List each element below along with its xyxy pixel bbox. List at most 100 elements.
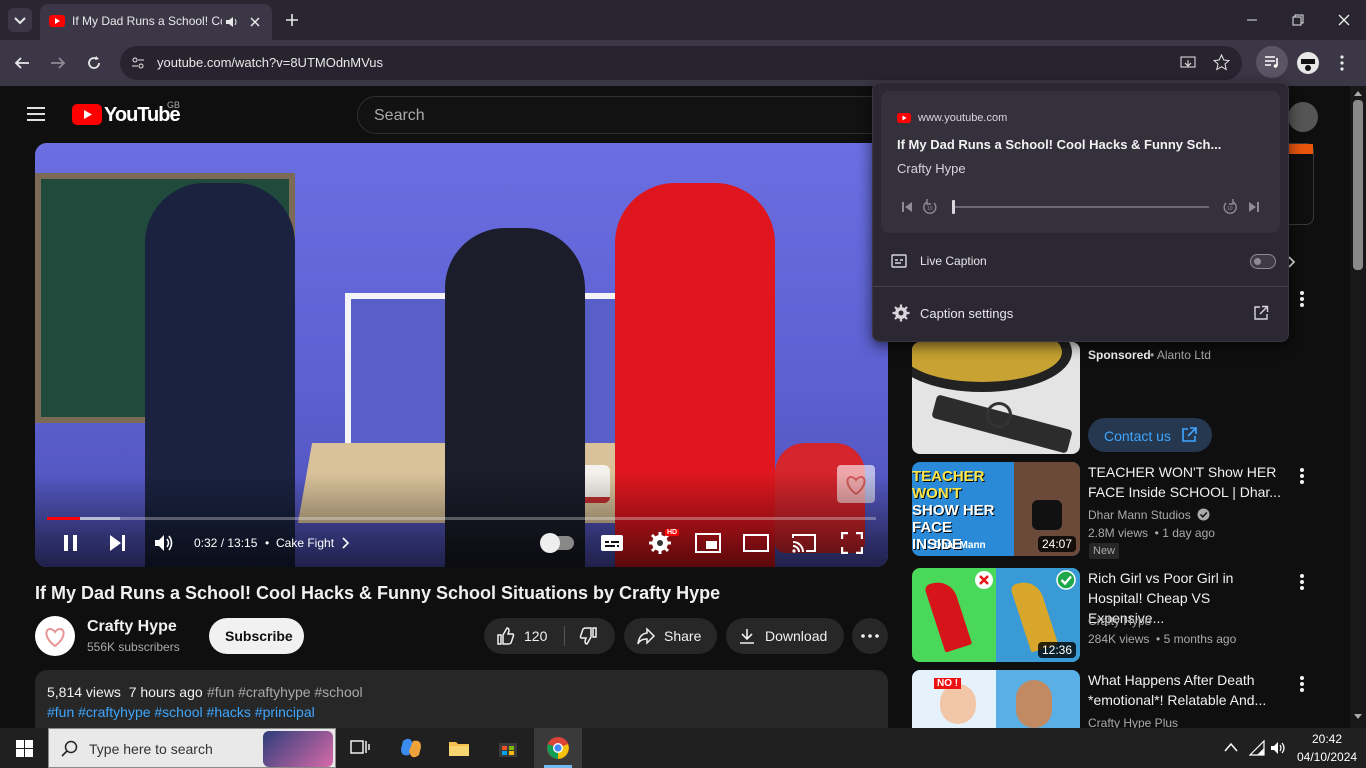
tab-close-icon[interactable]	[248, 15, 262, 29]
progress-bar[interactable]	[47, 517, 876, 520]
restore-icon[interactable]	[1290, 12, 1306, 28]
title-line: *emotional*! Relatable And...	[1088, 692, 1267, 708]
channel-name[interactable]: Crafty Hype	[1088, 614, 1151, 628]
share-button[interactable]: Share	[624, 618, 717, 654]
ad-thumbnail[interactable]	[912, 342, 1080, 454]
more-actions-button[interactable]	[852, 618, 888, 654]
more-options-icon[interactable]	[1300, 676, 1304, 694]
chevron-up-icon[interactable]	[1224, 742, 1238, 752]
chrome-taskbar-button[interactable]	[534, 728, 582, 768]
video-thumbnail[interactable]: TEACHER WON'T SHOW HER FACE INSIDE SCHOO…	[912, 462, 1080, 556]
thumbnail-mask	[1032, 500, 1062, 530]
browser-menu-icon[interactable]	[1337, 54, 1347, 72]
cast-icon[interactable]	[791, 532, 817, 554]
live-caption-toggle[interactable]	[1250, 254, 1276, 269]
next-icon[interactable]	[107, 533, 127, 553]
window-close-icon[interactable]	[1336, 12, 1352, 28]
like-button[interactable]: 120	[484, 618, 564, 654]
video-thumbnail[interactable]: NO !	[912, 670, 1080, 728]
taskbar-search-input[interactable]: Type here to search	[48, 728, 336, 768]
thumbs-down-icon	[579, 627, 597, 645]
chapter-title[interactable]: Cake Fight	[276, 536, 334, 550]
contact-us-button[interactable]: Contact us	[1088, 418, 1212, 452]
dislike-button[interactable]	[566, 618, 615, 654]
reload-icon[interactable]	[85, 54, 103, 72]
task-view-icon[interactable]	[350, 739, 370, 757]
title-line: FACE Inside SCHOOL | Dhar...	[1088, 484, 1281, 500]
video-title-link[interactable]: TEACHER WON'T Show HER FACE Inside SCHOO…	[1088, 462, 1288, 502]
wifi-icon[interactable]	[1249, 740, 1265, 756]
thumbnail-face	[1016, 680, 1052, 728]
browser-tab-active[interactable]: If My Dad Runs a School! Cool Hacks & Fu…	[40, 4, 272, 40]
view-stats: 5,814 views 7 hours ago	[47, 684, 203, 700]
install-app-icon[interactable]	[1180, 55, 1196, 71]
scroll-down-icon[interactable]	[1354, 714, 1362, 720]
volume-icon[interactable]	[153, 532, 175, 554]
address-bar[interactable]: youtube.com/watch?v=8UTMOdnMVus	[120, 46, 1242, 80]
hashtag-links[interactable]: #fun #craftyhype #school #hacks #princip…	[47, 704, 315, 720]
profile-face-icon	[1301, 59, 1315, 71]
fullscreen-icon[interactable]	[841, 532, 863, 554]
media-card: www.youtube.com If My Dad Runs a School!…	[881, 91, 1280, 233]
seek-backward-icon[interactable]: 10	[922, 199, 938, 215]
more-options-icon[interactable]	[1300, 291, 1304, 309]
subtitles-icon[interactable]	[600, 532, 624, 554]
live-caption-row[interactable]: Live Caption	[873, 245, 1290, 277]
copilot-icon[interactable]	[399, 737, 423, 759]
microsoft-store-icon[interactable]	[497, 737, 519, 759]
search-input[interactable]: Search	[357, 96, 897, 134]
chevron-right-icon[interactable]	[340, 537, 350, 549]
video-title-link[interactable]: What Happens After Death *emotional*! Re…	[1088, 670, 1288, 710]
media-progress-thumb[interactable]	[952, 200, 955, 214]
profile-avatar[interactable]	[1297, 52, 1319, 74]
download-button[interactable]: Download	[726, 618, 844, 654]
closed-caption-icon	[891, 254, 907, 268]
caption-settings-label: Caption settings	[920, 306, 1014, 321]
media-controls-button[interactable]	[1256, 46, 1288, 78]
account-avatar[interactable]	[1288, 102, 1318, 132]
site-info-icon[interactable]	[130, 55, 146, 71]
next-track-icon[interactable]	[1248, 201, 1260, 213]
windows-start-icon[interactable]	[16, 740, 33, 757]
channel-name[interactable]: Crafty Hype	[87, 618, 177, 636]
channel-name[interactable]: Dhar Mann Studios	[1088, 508, 1191, 522]
media-progress-track[interactable]	[952, 200, 1209, 214]
thumbnail-brand: Dhar Mann	[934, 540, 986, 551]
channel-avatar[interactable]	[35, 616, 75, 656]
clock-time[interactable]: 20:42	[1312, 732, 1342, 746]
video-player[interactable]: 0:32 / 13:15 • Cake Fight HD	[35, 143, 888, 567]
inline-tags[interactable]: #fun #craftyhype #school	[207, 684, 363, 700]
new-tab-icon[interactable]	[284, 12, 300, 28]
more-options-icon[interactable]	[1300, 468, 1304, 486]
media-artist: Crafty Hype	[897, 161, 966, 176]
theater-mode-icon[interactable]	[743, 534, 769, 552]
clock-date[interactable]: 04/10/2024	[1297, 750, 1357, 764]
forward-arrow-icon[interactable]	[49, 54, 67, 72]
youtube-logo[interactable]: YouTube GB	[72, 100, 192, 128]
speaker-icon[interactable]	[224, 15, 238, 29]
file-explorer-icon[interactable]	[448, 738, 470, 758]
miniplayer-icon[interactable]	[695, 533, 721, 553]
minimize-icon[interactable]	[1244, 12, 1260, 28]
back-arrow-icon[interactable]	[13, 54, 31, 72]
more-options-icon[interactable]	[1300, 574, 1304, 592]
gear-icon	[892, 304, 910, 322]
pause-icon[interactable]	[61, 533, 81, 553]
caption-settings-row[interactable]: Caption settings	[873, 297, 1290, 329]
new-badge: New	[1089, 543, 1120, 559]
scrollbar-thumb[interactable]	[1353, 100, 1363, 270]
subscribe-button[interactable]: Subscribe	[209, 618, 304, 654]
autoplay-toggle[interactable]	[540, 533, 574, 553]
bookmark-star-icon[interactable]	[1213, 54, 1230, 71]
page-scrollbar[interactable]	[1350, 86, 1366, 728]
tab-search-button[interactable]	[8, 8, 32, 32]
progress-buffered	[80, 517, 120, 520]
seek-forward-icon[interactable]: 10	[1222, 199, 1238, 215]
youtube-favicon-icon	[897, 113, 911, 123]
previous-track-icon[interactable]	[901, 201, 913, 213]
volume-icon[interactable]	[1270, 740, 1286, 756]
video-thumbnail[interactable]: 12:36	[912, 568, 1080, 662]
heart-logo-icon	[45, 627, 65, 648]
hamburger-menu-icon[interactable]	[26, 106, 46, 122]
scroll-up-icon[interactable]	[1354, 90, 1362, 96]
